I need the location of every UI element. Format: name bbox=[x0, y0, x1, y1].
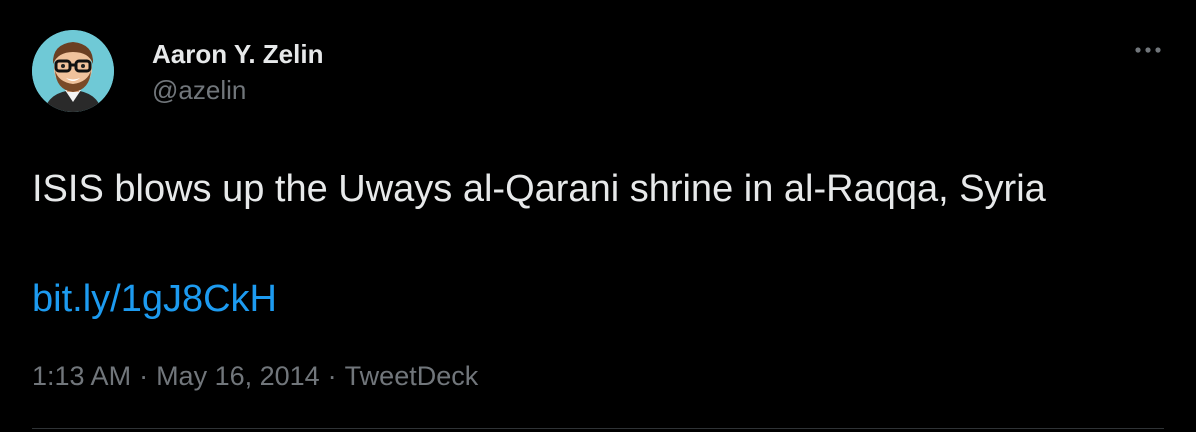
tweet-time[interactable]: 1:13 AM bbox=[32, 361, 131, 391]
tweet-text: ISIS blows up the Uways al-Qarani shrine… bbox=[32, 168, 1046, 210]
author-handle[interactable]: @azelin bbox=[152, 74, 323, 106]
tweet-metadata: 1:13 AM · May 16, 2014 · TweetDeck bbox=[32, 356, 478, 396]
avatar[interactable] bbox=[32, 30, 114, 112]
tweet-link[interactable]: bit.ly/1gJ8CkH bbox=[32, 272, 277, 326]
tweet-date[interactable]: May 16, 2014 bbox=[156, 361, 320, 391]
tweet-card: Aaron Y. Zelin @azelin ISIS blows up the… bbox=[0, 0, 1196, 432]
divider bbox=[32, 428, 1164, 429]
meta-separator: · bbox=[327, 361, 337, 391]
meta-separator: · bbox=[139, 361, 149, 391]
more-options-button[interactable] bbox=[1130, 36, 1166, 64]
author-display-name[interactable]: Aaron Y. Zelin bbox=[152, 38, 323, 70]
avatar-illustration bbox=[32, 30, 114, 112]
author-block: Aaron Y. Zelin @azelin bbox=[152, 38, 323, 106]
tweet-source[interactable]: TweetDeck bbox=[345, 361, 479, 391]
more-horizontal-icon bbox=[1135, 47, 1161, 53]
